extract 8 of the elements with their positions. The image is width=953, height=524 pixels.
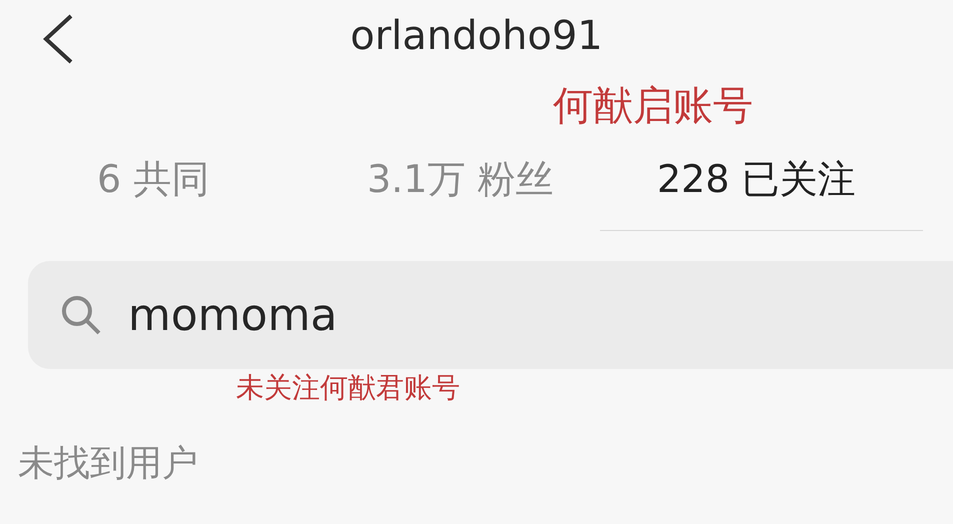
no-result-message: 未找到用户 <box>17 442 199 486</box>
search-field[interactable]: momoma <box>28 261 953 369</box>
annotation-text: 何猷启账号 <box>553 82 753 131</box>
search-icon <box>60 294 102 336</box>
back-icon <box>41 13 75 65</box>
stat-label[interactable]: 228 已关注 <box>657 154 953 204</box>
annotation-text: 未关注何猷君账号 <box>236 370 460 406</box>
username-title: orlandoho91 <box>350 13 604 59</box>
